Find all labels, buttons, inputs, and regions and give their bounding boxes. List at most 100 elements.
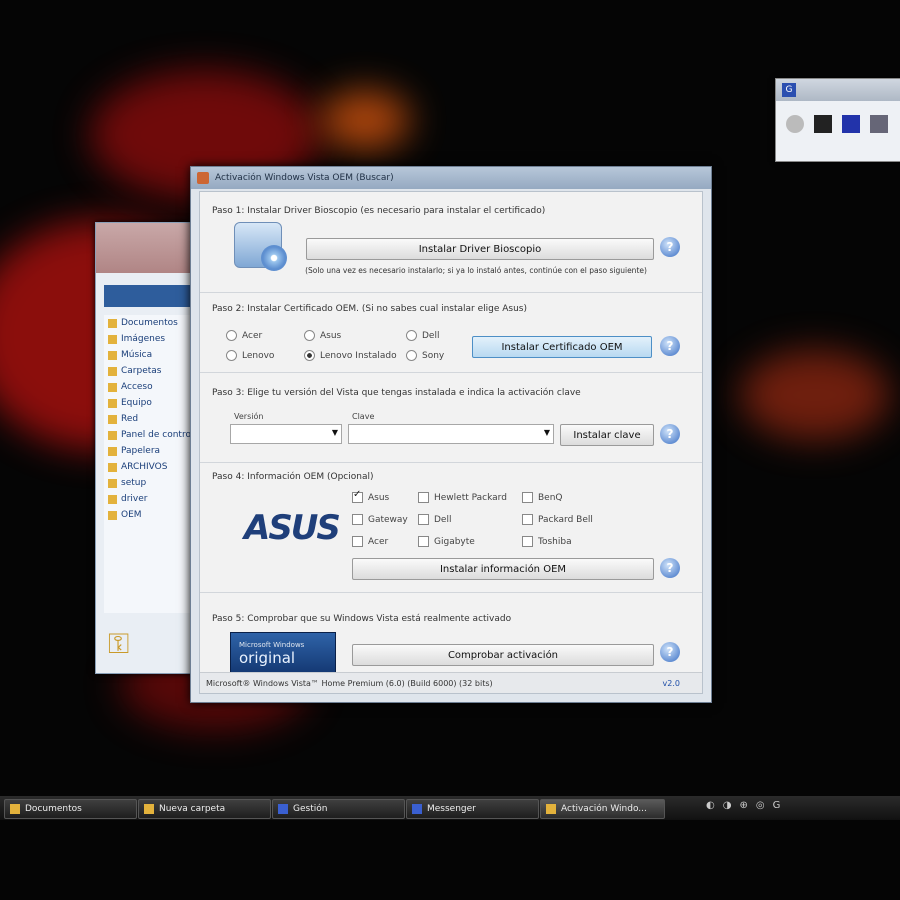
window-titlebar[interactable]: Activación Windows Vista OEM (Buscar) <box>191 167 711 189</box>
check-dell[interactable]: Dell <box>418 514 451 525</box>
check-gateway[interactable]: Gateway <box>352 514 408 525</box>
taskbar-item[interactable]: Gestión <box>272 799 405 819</box>
disc-icon[interactable] <box>786 115 804 133</box>
key-select[interactable]: ▼ <box>348 424 554 444</box>
asus-logo: ASUS <box>244 508 341 548</box>
radio-button[interactable] <box>304 330 315 341</box>
check-hp[interactable]: Hewlett Packard <box>418 492 507 503</box>
folder-icon <box>108 334 117 344</box>
nav-item[interactable]: Acceso <box>104 379 196 395</box>
dropdown-arrow-icon[interactable]: ▼ <box>332 428 338 437</box>
wallpaper-blob <box>740 350 890 440</box>
tray-icon[interactable]: ⊕ <box>739 800 747 811</box>
explorer-window[interactable]: Documentos Imágenes Música Carpetas Acce… <box>95 222 197 674</box>
nav-item[interactable]: Carpetas <box>104 363 196 379</box>
tray-icon[interactable]: G <box>773 800 781 811</box>
step3-section: Paso 3: Elige tu versión del Vista que t… <box>200 372 702 463</box>
nav-item[interactable]: Papelera <box>104 443 196 459</box>
check-gigabyte[interactable]: Gigabyte <box>418 536 475 547</box>
taskbar-item[interactable]: Messenger <box>406 799 539 819</box>
help-icon[interactable]: ? <box>660 237 680 257</box>
nav-item[interactable]: Equipo <box>104 395 196 411</box>
nav-item[interactable]: Documentos <box>104 315 196 331</box>
help-icon[interactable]: ? <box>660 642 680 662</box>
nav-item[interactable]: ARCHIVOS <box>104 459 196 475</box>
install-driver-button[interactable]: Instalar Driver Bioscopio <box>306 238 654 260</box>
nav-item[interactable]: OEM <box>104 507 196 523</box>
version-link[interactable]: v2.0 <box>663 679 680 688</box>
system-tray: ◐ ◑ ⊕ ◎ G <box>706 800 780 811</box>
check-toshiba[interactable]: Toshiba <box>522 536 572 547</box>
tray-icon[interactable]: ◎ <box>756 800 765 811</box>
folder-icon <box>108 318 117 328</box>
radio-button[interactable] <box>226 330 237 341</box>
step5-label: Paso 5: Comprobar que su Windows Vista e… <box>212 614 512 624</box>
checkbox[interactable] <box>418 536 429 547</box>
nav-item[interactable]: Panel de control <box>104 427 196 443</box>
radio-lenovo-installed[interactable]: Lenovo Instalado <box>304 350 397 361</box>
folder-icon <box>108 366 117 376</box>
radio-acer[interactable]: Acer <box>226 330 262 341</box>
radio-sony[interactable]: Sony <box>406 350 444 361</box>
control-panel-icon <box>108 430 117 440</box>
checkbox[interactable] <box>522 492 533 503</box>
keys-icon: ⚿ <box>108 627 130 660</box>
help-icon[interactable]: ? <box>660 424 680 444</box>
basket-icon[interactable] <box>870 115 888 133</box>
checkbox[interactable] <box>418 514 429 525</box>
check-acer[interactable]: Acer <box>352 536 388 547</box>
radio-button[interactable] <box>406 330 417 341</box>
check-benq[interactable]: BenQ <box>522 492 563 503</box>
check-packard-bell[interactable]: Packard Bell <box>522 514 593 525</box>
folder-icon <box>108 510 117 520</box>
radio-button[interactable] <box>304 350 315 361</box>
messenger-icon <box>412 804 422 814</box>
folder-icon <box>108 478 117 488</box>
activator-window[interactable]: Activación Windows Vista OEM (Buscar) Pa… <box>190 166 712 703</box>
radio-asus[interactable]: Asus <box>304 330 341 341</box>
gadget-window[interactable]: G <box>775 78 900 162</box>
step2-section: Paso 2: Instalar Certificado OEM. (Si no… <box>200 292 702 373</box>
step3-label: Paso 3: Elige tu versión del Vista que t… <box>212 388 581 398</box>
nav-item[interactable]: setup <box>104 475 196 491</box>
taskbar-item[interactable]: Nueva carpeta <box>138 799 271 819</box>
folder-icon <box>10 804 20 814</box>
tray-icon[interactable]: ◐ <box>706 800 715 811</box>
network-icon <box>108 414 117 424</box>
nav-item[interactable]: driver <box>104 491 196 507</box>
step1-section: Paso 1: Instalar Driver Bioscopio (es ne… <box>200 192 702 293</box>
help-icon[interactable]: ? <box>660 336 680 356</box>
taskbar-item-active[interactable]: Activación Windo... <box>540 799 665 819</box>
checkbox[interactable] <box>418 492 429 503</box>
radio-button[interactable] <box>226 350 237 361</box>
checkbox[interactable] <box>522 536 533 547</box>
color-icon[interactable] <box>842 115 860 133</box>
dropdown-arrow-icon[interactable]: ▼ <box>544 428 550 437</box>
nav-item[interactable]: Imágenes <box>104 331 196 347</box>
explorer-titlebar[interactable] <box>96 223 196 273</box>
check-activation-button[interactable]: Comprobar activación <box>352 644 654 666</box>
folder-icon <box>108 494 117 504</box>
radio-button[interactable] <box>406 350 417 361</box>
check-asus[interactable]: Asus <box>352 489 389 503</box>
install-key-button[interactable]: Instalar clave <box>560 424 654 446</box>
checkbox[interactable] <box>352 489 363 503</box>
taskbar-item[interactable]: Documentos <box>4 799 137 819</box>
window-title: Activación Windows Vista OEM (Buscar) <box>215 173 394 183</box>
radio-dell[interactable]: Dell <box>406 330 439 341</box>
phone-icon[interactable] <box>814 115 832 133</box>
tray-icon[interactable]: ◑ <box>723 800 732 811</box>
nav-item[interactable]: Red <box>104 411 196 427</box>
help-icon[interactable]: ? <box>660 558 680 578</box>
install-certificate-button[interactable]: Instalar Certificado OEM <box>472 336 652 358</box>
version-select[interactable]: ▼ <box>230 424 342 444</box>
gadget-titlebar[interactable]: G <box>776 79 900 101</box>
radio-lenovo[interactable]: Lenovo <box>226 350 274 361</box>
explorer-address-bar[interactable] <box>104 285 196 307</box>
gadget-toolbar <box>776 101 900 147</box>
checkbox[interactable] <box>352 536 363 547</box>
checkbox[interactable] <box>522 514 533 525</box>
install-oem-info-button[interactable]: Instalar información OEM <box>352 558 654 580</box>
nav-item[interactable]: Música <box>104 347 196 363</box>
checkbox[interactable] <box>352 514 363 525</box>
